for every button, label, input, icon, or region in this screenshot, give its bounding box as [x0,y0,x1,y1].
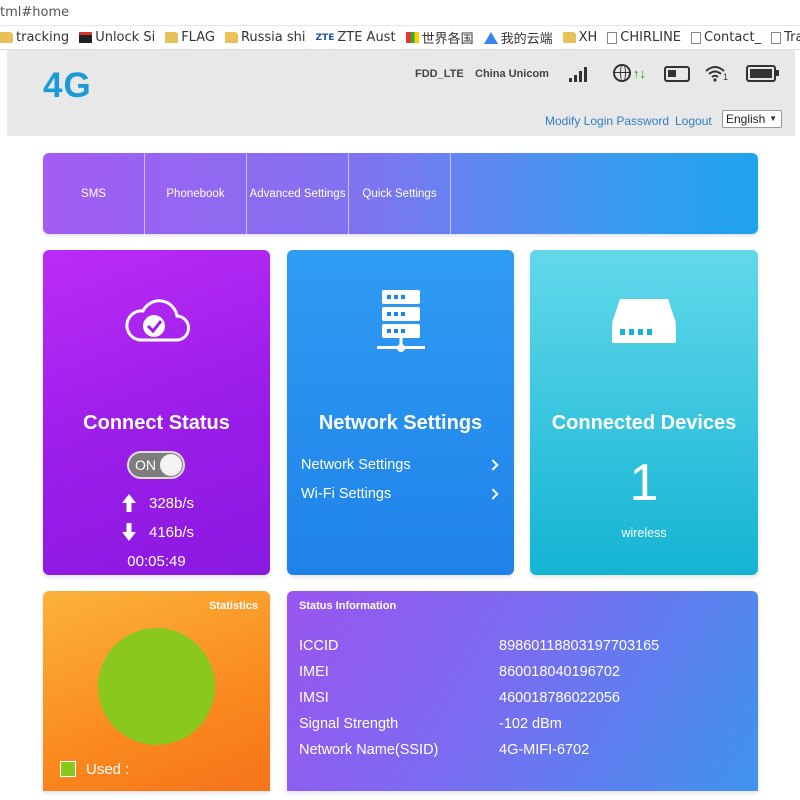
info-value: -102 dBm [499,716,562,732]
used-legend-swatch [60,761,76,777]
info-row-ssid: Network Name(SSID) 4G-MIFI-6702 [299,742,739,758]
info-row-imei: IMEI 860018040196702 [299,664,739,680]
upload-rate-row: 328b/s [121,493,194,513]
network-settings-link[interactable]: Network Settings [301,457,501,473]
bookmark-drive[interactable]: 我的云端 [483,28,553,47]
chevron-right-icon [487,488,499,500]
bookmark-contact[interactable]: Contact_ [691,30,761,45]
status-information-title: Status Information [299,600,397,612]
info-key: ICCID [299,638,339,654]
toggle-knob [160,454,182,476]
folder-icon [562,32,576,43]
bookmark-world[interactable]: 世界各国 [405,28,474,47]
wifi-settings-link[interactable]: Wi-Fi Settings [301,486,501,502]
toggle-label: ON [135,457,156,473]
bookmark-russia[interactable]: Russia shi [224,30,306,45]
bookmark-tracking-2[interactable]: Tracking [771,30,800,45]
bookmark-page-icon [79,32,93,43]
info-value: 89860118803197703165 [499,638,660,654]
folder-icon [224,32,238,43]
info-key: Signal Strength [299,716,399,732]
wifi-client-count: 1 [723,72,729,82]
device-type-label: wireless [621,526,667,540]
bookmark-flag[interactable]: FLAG [165,30,215,45]
device-count: 1 [629,454,659,512]
info-row-iccid: ICCID 89860118803197703165 [299,638,739,654]
connect-status-title: Connect Status [83,412,230,434]
zte-logo-icon: ZTE [315,32,335,43]
connect-status-card: Connect Status ON 328b/s 416b/s 00:05:49 [43,250,270,575]
sim-card-icon [664,66,690,82]
menu-item-phonebook[interactable]: Phonebook [145,153,247,234]
logo-4g: 4G [43,66,92,105]
address-bar[interactable]: tml#home [0,0,800,26]
router-header: 4G FDD_LTE China Unicom ↑↓ 1 Modify Logi… [7,50,795,136]
download-rate-row: 416b/s [121,522,194,542]
globe-icon [613,64,631,82]
folder-icon [0,32,13,43]
statistics-card: Statistics Used : [43,591,270,791]
page-icon [771,31,782,44]
drive-icon [483,31,498,44]
bookmark-unlock[interactable]: Unlock Si [79,30,155,45]
menu-item-quick-settings[interactable]: Quick Settings [349,153,451,234]
statistics-title: Statistics [209,600,258,612]
folder-icon [165,32,179,43]
info-key: Network Name(SSID) [299,742,439,758]
logout-link[interactable]: Logout [675,114,712,128]
bookmark-tracking[interactable]: tracking [0,30,69,45]
info-row-signal-strength: Signal Strength -102 dBm [299,716,739,732]
download-rate: 416b/s [149,523,195,541]
router-device-icon [612,299,676,343]
main-menu: SMS Phonebook Advanced Settings Quick Se… [43,153,758,234]
page-icon [691,31,702,44]
menu-item-sms[interactable]: SMS [43,153,145,234]
info-key: IMSI [299,690,329,706]
connection-toggle[interactable]: ON [127,451,185,479]
connected-devices-title: Connected Devices [551,412,737,434]
usage-pie-chart [98,628,215,745]
status-information-card: Status Information ICCID 898601188031977… [287,591,758,791]
info-row-imsi: IMSI 460018786022056 [299,690,739,706]
network-settings-card: Network Settings Network Settings Wi-Fi … [287,250,514,575]
wifi-icon: 1 [704,64,728,82]
server-icon [377,290,425,352]
upload-arrow-icon [122,494,136,512]
carrier-name: China Unicom [475,68,549,80]
chevron-right-icon [487,459,499,471]
battery-icon [746,65,779,82]
info-key: IMEI [299,664,329,680]
used-legend-label: Used : [86,761,130,778]
bookmark-chirline[interactable]: CHIRLINE [607,30,681,45]
bookmarks-bar: tracking Unlock Si FLAG Russia shi ZTE ZT… [0,26,800,50]
page-icon [607,31,618,44]
cloud-check-icon [125,299,190,342]
language-select[interactable]: English [722,110,782,128]
data-transfer-icon: ↑↓ [633,66,646,81]
signal-bars-icon [569,66,587,82]
bookmark-zte[interactable]: ZTE ZTE Aust [316,30,396,45]
network-settings-title: Network Settings [318,412,483,434]
bookmark-xh[interactable]: XH [562,30,597,45]
download-arrow-icon [122,523,136,541]
menu-item-advanced-settings[interactable]: Advanced Settings [247,153,349,234]
info-value: 4G-MIFI-6702 [499,742,590,758]
connected-devices-card: Connected Devices 1 wireless [530,250,758,575]
info-value: 460018786022056 [499,690,620,706]
modify-password-link[interactable]: Modify Login Password [545,114,669,128]
status-icons: ↑↓ 1 [569,64,779,82]
upload-rate: 328b/s [149,494,195,512]
url-text[interactable]: tml#home [0,5,69,20]
network-mode: FDD_LTE [415,68,464,80]
connection-duration: 00:05:49 [127,553,186,570]
info-value: 860018040196702 [499,664,620,680]
colorful-site-icon [405,32,419,43]
